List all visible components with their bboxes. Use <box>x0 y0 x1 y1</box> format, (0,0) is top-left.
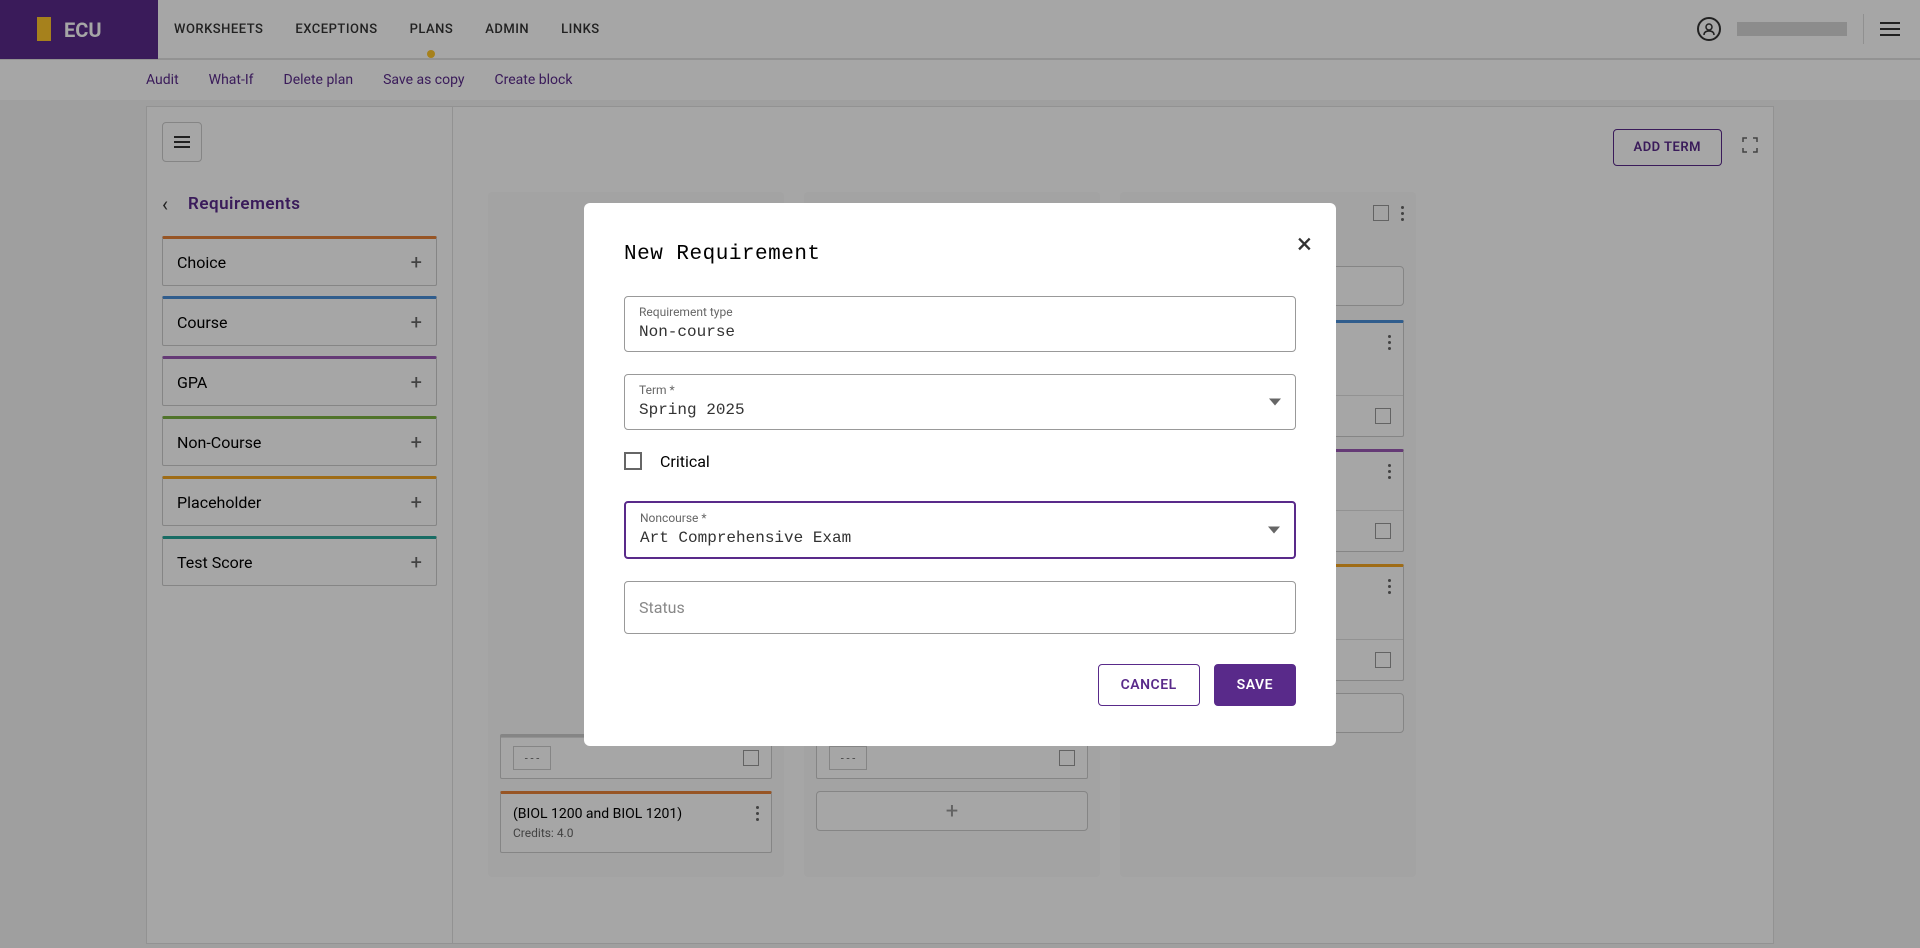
field-label: Status <box>639 598 685 617</box>
chevron-down-icon <box>1268 526 1280 533</box>
critical-label: Critical <box>660 452 710 471</box>
modal-title: New Requirement <box>624 243 1296 266</box>
field-label: Requirement type <box>639 305 1281 319</box>
chevron-down-icon <box>1269 398 1281 405</box>
save-button[interactable]: SAVE <box>1214 664 1296 706</box>
field-label: Term * <box>639 383 1281 397</box>
field-value: Spring 2025 <box>639 401 745 419</box>
field-value: Non-course <box>639 323 735 341</box>
modal-overlay: New Requirement × Requirement type Non-c… <box>0 0 1920 948</box>
field-value: Art Comprehensive Exam <box>640 529 851 547</box>
term-select[interactable]: Term * Spring 2025 <box>624 374 1296 430</box>
status-select[interactable]: Status <box>624 581 1296 634</box>
field-label: Noncourse * <box>640 511 1280 525</box>
requirement-type-select[interactable]: Requirement type Non-course <box>624 296 1296 352</box>
cancel-button[interactable]: CANCEL <box>1098 664 1200 706</box>
new-requirement-modal: New Requirement × Requirement type Non-c… <box>584 203 1336 746</box>
critical-checkbox[interactable] <box>624 452 642 470</box>
close-icon[interactable]: × <box>1297 227 1312 260</box>
noncourse-select[interactable]: Noncourse * Art Comprehensive Exam <box>624 501 1296 559</box>
